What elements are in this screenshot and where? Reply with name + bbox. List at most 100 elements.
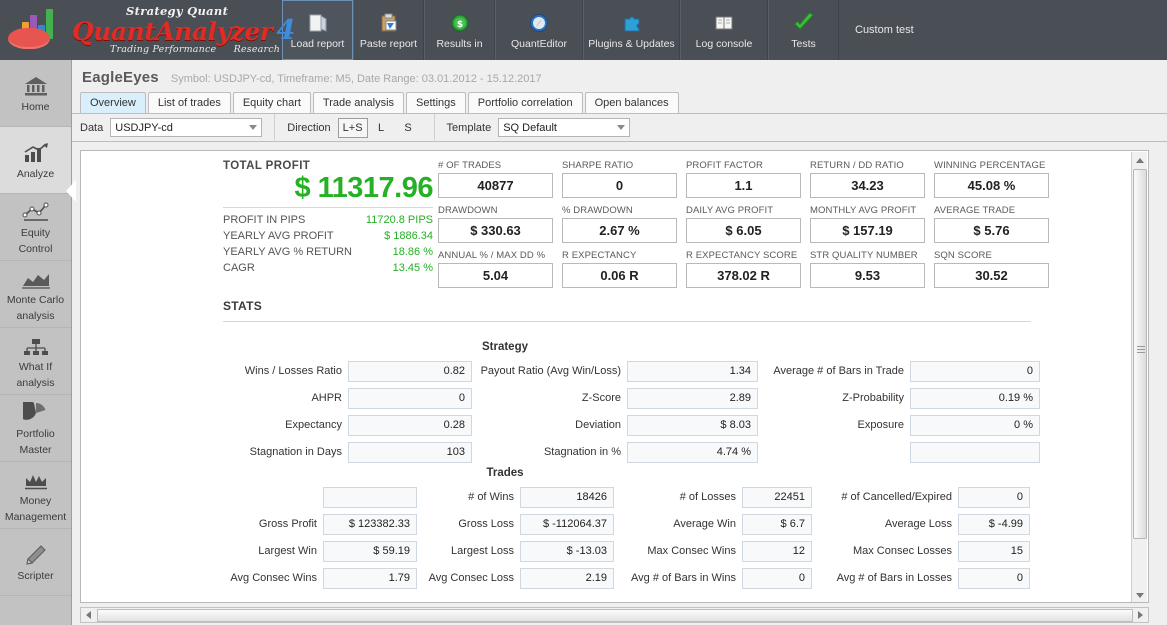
cagr-label: CAGR [223, 262, 255, 275]
metric-value: $ 330.63 [438, 218, 553, 243]
stat-label: Avg Consec Loss [428, 572, 514, 584]
sidebar-item-monte-carlo[interactable]: Monte Carlo analysis [0, 261, 71, 328]
template-select[interactable]: SQ Default [498, 118, 631, 137]
logo-chart-icon [8, 7, 68, 53]
tab-portfolio-correlation[interactable]: Portfolio correlation [467, 92, 583, 113]
metric-label: WINNING PERCENTAGE [934, 160, 1046, 171]
sidebar-item-what-if-line2: analysis [16, 377, 55, 389]
scroll-left-arrow-icon[interactable] [81, 608, 96, 622]
stat-label: Largest Win [258, 545, 317, 557]
metrics-row: ANNUAL % / MAX DD % 5.04 R EXPECTANCY 0.… [438, 250, 1063, 288]
stat-row: Stagnation in % 4.74 % [472, 440, 758, 464]
dollar-coin-icon: $ [449, 11, 471, 35]
scroll-right-arrow-icon[interactable] [1133, 608, 1148, 622]
metric-label: MONTHLY AVG PROFIT [810, 205, 917, 216]
stat-value: $ -13.03 [520, 540, 614, 562]
direction-option-l[interactable]: L [368, 118, 395, 138]
sidebar-item-scripter[interactable]: Scripter [0, 529, 71, 596]
stat-value: 0 [958, 486, 1030, 508]
sidebar-item-what-if[interactable]: What If analysis [0, 328, 71, 395]
stat-label: Max Consec Losses [852, 545, 952, 557]
tab-equity-chart[interactable]: Equity chart [232, 92, 311, 113]
tab-overview[interactable]: Overview [80, 92, 146, 113]
sidebar-item-money-management[interactable]: Money Management [0, 462, 71, 529]
log-console-button[interactable]: Log console [680, 0, 768, 60]
direction-option-ls[interactable]: L+S [337, 117, 368, 138]
main-panel: EagleEyes Symbol: USDJPY-cd, Timeframe: … [72, 60, 1167, 625]
stat-row: # of Losses 22451 [614, 485, 812, 509]
stat-value: 18426 [520, 486, 614, 508]
data-select[interactable]: USDJPY-cd [110, 118, 263, 137]
sidebar-item-portfolio-master[interactable]: Portfolio Master [0, 395, 71, 462]
divider [223, 207, 433, 209]
puzzle-piece-icon [621, 11, 643, 35]
template-filter-group: Template SQ Default [433, 113, 643, 142]
total-profit-title: TOTAL PROFIT [223, 160, 311, 172]
sidebar-collapse-arrow-icon[interactable] [66, 180, 76, 202]
quant-editor-button[interactable]: QuantEditor [495, 0, 583, 60]
sidebar-item-money-management-line1: Money [19, 494, 52, 507]
tests-button[interactable]: Tests [768, 0, 839, 60]
stat-value: 103 [348, 441, 472, 463]
sidebar-item-portfolio-master-line2: Master [19, 444, 52, 456]
metric-annual-max-dd: ANNUAL % / MAX DD % 5.04 [438, 250, 553, 288]
metric-label: # OF TRADES [438, 160, 502, 171]
tab-settings[interactable]: Settings [406, 92, 466, 113]
stat-value: 1.79 [323, 567, 417, 589]
metric-label: SHARPE RATIO [562, 160, 634, 171]
stat-label: Stagnation in Days [249, 446, 342, 458]
sidebar-item-analyze[interactable]: Analyze [0, 127, 71, 194]
stat-row: Z-Probability 0.19 % [758, 386, 1040, 410]
paste-report-button[interactable]: Paste report [353, 0, 424, 60]
vertical-scrollbar[interactable] [1131, 152, 1148, 602]
metric-sharpe-ratio: SHARPE RATIO 0 [562, 160, 677, 198]
scroll-up-arrow-icon[interactable] [1132, 152, 1148, 168]
tab-bar: Overview List of trades Equity chart Tra… [72, 92, 1167, 114]
direction-label: Direction [287, 121, 331, 134]
tab-trade-analysis[interactable]: Trade analysis [312, 92, 405, 113]
svg-text:$: $ [456, 20, 462, 30]
sidebar-item-equity-control[interactable]: Equity Control [0, 194, 71, 261]
trades-col-2: # of Wins 18426 Gross Loss $ -112064.37 La… [417, 485, 614, 593]
results-in-button[interactable]: $ Results in [424, 0, 495, 60]
total-profit-panel: TOTAL PROFIT $ 11317.96 PROFIT IN PIPS 1… [223, 160, 434, 276]
metric-label: ANNUAL % / MAX DD % [438, 250, 546, 261]
metric-value: 5.04 [438, 263, 553, 288]
stat-row: Max Consec Losses 15 [812, 539, 1030, 563]
plugins-updates-button[interactable]: Plugins & Updates [583, 0, 680, 60]
sidebar-item-home[interactable]: Home [0, 60, 71, 127]
stat-row: Expectancy 0.28 [223, 413, 472, 437]
stat-label: Avg # of Bars in Wins [631, 572, 736, 584]
stat-row: Average Win $ 6.7 [614, 512, 812, 536]
direction-option-s[interactable]: S [395, 118, 422, 138]
strategy-col-1: Wins / Losses Ratio 0.82 AHPR 0 Expectancy… [223, 359, 472, 467]
vertical-scrollbar-thumb[interactable] [1133, 169, 1147, 539]
tab-list-of-trades[interactable]: List of trades [147, 92, 231, 113]
stat-label: Largest Loss [451, 545, 514, 557]
sidebar-item-monte-carlo-line2: analysis [16, 310, 55, 322]
tab-open-balances[interactable]: Open balances [584, 92, 679, 113]
horizontal-scrollbar-thumb[interactable] [97, 609, 1133, 622]
stat-row: Wins / Losses Ratio 0.82 [223, 359, 472, 383]
tab-open-balances-label: Open balances [594, 97, 669, 109]
stat-row: Z-Score 2.89 [472, 386, 758, 410]
book-icon [713, 11, 735, 35]
custom-test-label[interactable]: Custom test [839, 0, 1167, 60]
stat-value: 0 [958, 567, 1030, 589]
stat-value: 12 [742, 540, 812, 562]
tab-portfolio-correlation-label: Portfolio correlation [477, 97, 573, 109]
scroll-down-arrow-icon[interactable] [1132, 587, 1148, 602]
metric-winning-percentage: WINNING PERCENTAGE 45.08 % [934, 160, 1049, 198]
metric-value: 34.23 [810, 173, 925, 198]
pie-chart-icon [22, 400, 49, 424]
horizontal-scrollbar[interactable] [80, 607, 1149, 623]
direction-filter-group: Direction L+S L S [274, 113, 433, 142]
sidebar-item-home-label: Home [21, 100, 50, 113]
area-chart-icon [20, 266, 52, 290]
stat-label: Gross Profit [258, 518, 317, 530]
stat-value: 0 [742, 567, 812, 589]
trades-stats-grid: Gross Profit $ 123382.33 Largest Win $ 59.… [223, 485, 1030, 593]
stat-value: $ 8.03 [627, 414, 758, 436]
load-report-label: Load report [290, 37, 345, 50]
stat-value: 22451 [742, 486, 812, 508]
